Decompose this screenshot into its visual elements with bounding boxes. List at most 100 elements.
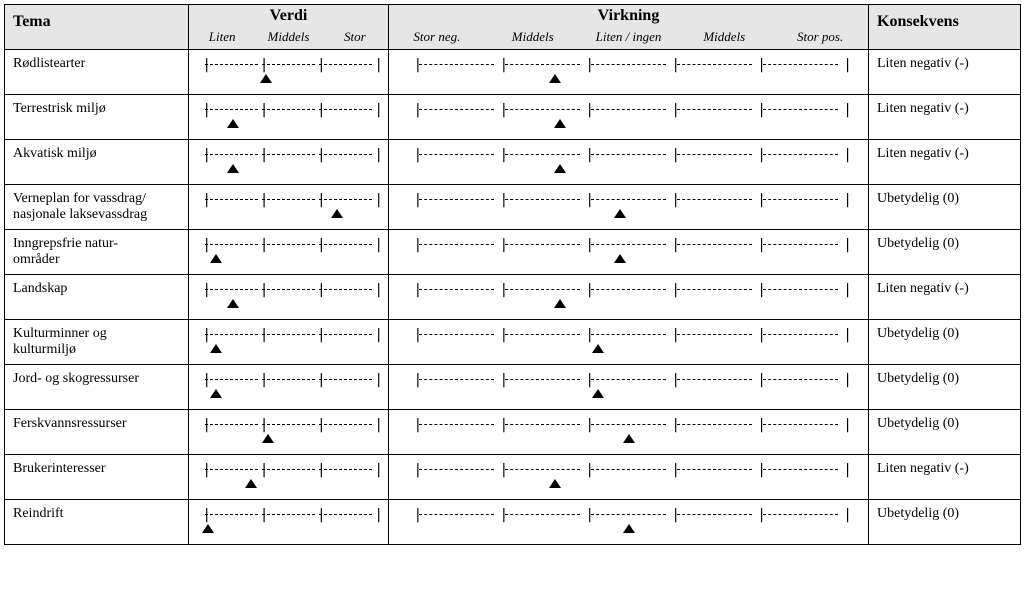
verdi-tick bbox=[260, 418, 261, 432]
virkning-tick bbox=[843, 238, 844, 252]
verdi-tick bbox=[375, 508, 376, 522]
virkning-tick bbox=[757, 148, 758, 162]
virkning-tick bbox=[671, 373, 672, 387]
virkning-tick bbox=[757, 58, 758, 72]
tema-cell: Akvatisk miljø bbox=[5, 140, 189, 185]
virkning-scale bbox=[395, 459, 862, 499]
virkning-tick bbox=[757, 508, 758, 522]
verdi-cell bbox=[189, 365, 389, 410]
virkning-tick bbox=[586, 373, 587, 387]
virkning-cell bbox=[389, 230, 869, 275]
konsekvens-cell: Ubetydelig (0) bbox=[869, 410, 1021, 455]
verdi-scale bbox=[195, 189, 382, 229]
tema-cell: Inngrepsfrie natur-områder bbox=[5, 230, 189, 275]
verdi-tick bbox=[317, 148, 318, 162]
virkning-marker-icon bbox=[614, 254, 626, 263]
verdi-cell bbox=[189, 455, 389, 500]
virkning-tick bbox=[843, 508, 844, 522]
verdi-cell bbox=[189, 500, 389, 545]
virkning-tick bbox=[414, 238, 415, 252]
verdi-scale bbox=[195, 279, 382, 319]
virkning-tick bbox=[757, 418, 758, 432]
verdi-marker-icon bbox=[227, 299, 239, 308]
virkning-scale bbox=[395, 189, 862, 229]
virkning-tick bbox=[671, 193, 672, 207]
tema-cell: Reindrift bbox=[5, 500, 189, 545]
verdi-marker-icon bbox=[260, 74, 272, 83]
verdi-tick bbox=[202, 328, 203, 342]
konsekvens-cell: Liten negativ (-) bbox=[869, 455, 1021, 500]
virkning-tick bbox=[671, 283, 672, 297]
virkning-tick bbox=[414, 103, 415, 117]
virkning-tick bbox=[500, 193, 501, 207]
table-body: RødlistearterLiten negativ (-)Terrestris… bbox=[5, 50, 1021, 545]
verdi-scale bbox=[195, 504, 382, 544]
virkning-tick bbox=[757, 283, 758, 297]
virkning-marker-icon bbox=[592, 344, 604, 353]
virkning-tick bbox=[843, 328, 844, 342]
verdi-sub-2: Stor bbox=[322, 29, 388, 45]
table-header-row: Tema Verdi Liten Middels Stor Virkning S… bbox=[5, 5, 1021, 50]
verdi-tick bbox=[375, 148, 376, 162]
virkning-cell bbox=[389, 185, 869, 230]
virkning-tick bbox=[500, 58, 501, 72]
verdi-tick bbox=[317, 373, 318, 387]
virkning-marker-icon bbox=[592, 389, 604, 398]
virkning-tick bbox=[757, 238, 758, 252]
verdi-sub-1: Middels bbox=[255, 29, 321, 45]
verdi-scale bbox=[195, 234, 382, 274]
verdi-tick bbox=[317, 193, 318, 207]
virkning-marker-icon bbox=[614, 209, 626, 218]
virkning-tick bbox=[500, 328, 501, 342]
table-row: Kulturminner ogkulturmiljøUbetydelig (0) bbox=[5, 320, 1021, 365]
virkning-tick bbox=[500, 148, 501, 162]
header-konsekvens: Konsekvens bbox=[869, 5, 1021, 50]
verdi-tick bbox=[375, 373, 376, 387]
virkning-cell bbox=[389, 320, 869, 365]
virkning-tick bbox=[414, 508, 415, 522]
virkning-tick bbox=[671, 418, 672, 432]
verdi-marker-icon bbox=[202, 524, 214, 533]
virkning-marker-icon bbox=[554, 119, 566, 128]
virkning-tick bbox=[414, 193, 415, 207]
virkning-tick bbox=[586, 508, 587, 522]
verdi-tick bbox=[260, 373, 261, 387]
verdi-tick bbox=[317, 463, 318, 477]
table-row: Inngrepsfrie natur-områderUbetydelig (0) bbox=[5, 230, 1021, 275]
verdi-cell bbox=[189, 275, 389, 320]
virk-sub-4: Stor pos. bbox=[772, 29, 868, 45]
virkning-scale bbox=[395, 369, 862, 409]
verdi-tick bbox=[317, 508, 318, 522]
virkning-cell bbox=[389, 365, 869, 410]
virkning-tick bbox=[843, 463, 844, 477]
virkning-tick bbox=[500, 373, 501, 387]
konsekvens-cell: Liten negativ (-) bbox=[869, 50, 1021, 95]
virkning-tick bbox=[757, 103, 758, 117]
table-row: Jord- og skogressurserUbetydelig (0) bbox=[5, 365, 1021, 410]
konsekvens-cell: Ubetydelig (0) bbox=[869, 365, 1021, 410]
virk-sub-2: Liten / ingen bbox=[581, 29, 677, 45]
table-row: RødlistearterLiten negativ (-) bbox=[5, 50, 1021, 95]
verdi-tick bbox=[260, 193, 261, 207]
virkning-tick bbox=[586, 58, 587, 72]
assessment-table: Tema Verdi Liten Middels Stor Virkning S… bbox=[4, 4, 1021, 545]
verdi-tick bbox=[317, 328, 318, 342]
table-row: BrukerinteresserLiten negativ (-) bbox=[5, 455, 1021, 500]
tema-cell: Verneplan for vassdrag/nasjonale lakseva… bbox=[5, 185, 189, 230]
virkning-scale bbox=[395, 144, 862, 184]
virkning-tick bbox=[414, 373, 415, 387]
verdi-scale bbox=[195, 99, 382, 139]
verdi-tick bbox=[375, 238, 376, 252]
virkning-tick bbox=[586, 328, 587, 342]
virkning-tick bbox=[500, 463, 501, 477]
konsekvens-cell: Ubetydelig (0) bbox=[869, 185, 1021, 230]
virkning-marker-icon bbox=[623, 434, 635, 443]
virkning-tick bbox=[414, 58, 415, 72]
virkning-tick bbox=[586, 283, 587, 297]
virkning-tick bbox=[671, 463, 672, 477]
verdi-tick bbox=[260, 328, 261, 342]
header-virkning-title: Virkning bbox=[389, 5, 868, 27]
verdi-cell bbox=[189, 410, 389, 455]
virkning-scale bbox=[395, 414, 862, 454]
verdi-tick bbox=[375, 328, 376, 342]
